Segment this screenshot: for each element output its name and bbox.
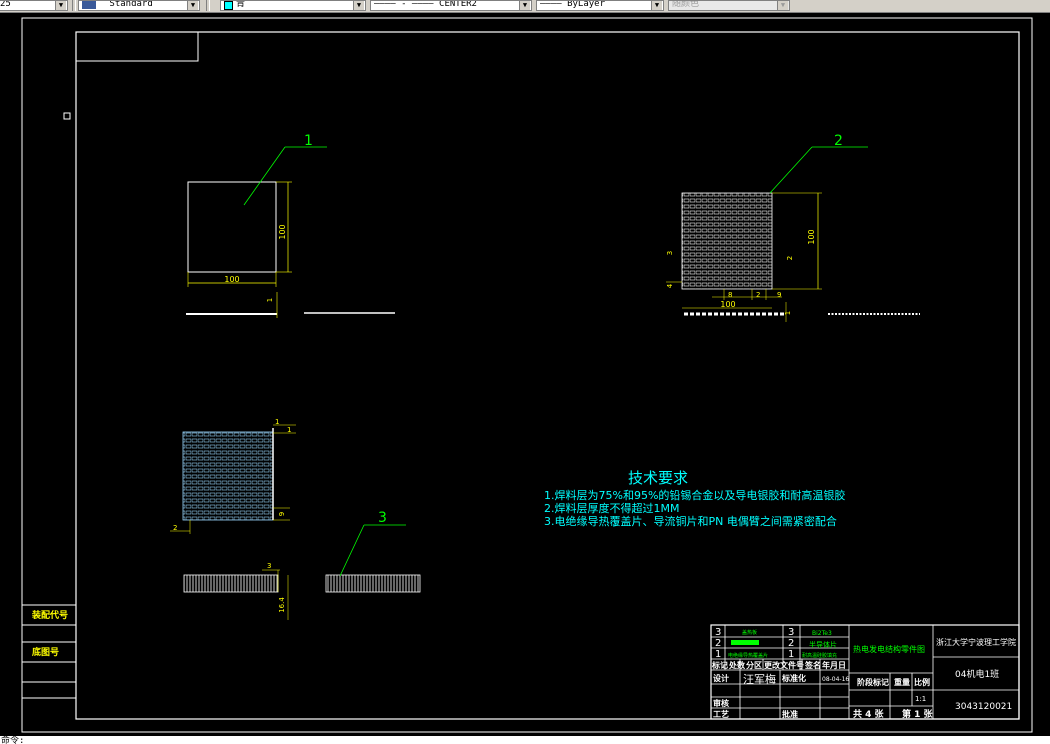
part2-bottom-dim-3: 9 [777,291,781,299]
right-qty-1: 1 [788,649,794,660]
row-text2-1: Bi2Te3 [812,630,832,637]
balloon-1: 1 [304,133,313,149]
header-change: 更改文件号 [764,660,804,670]
part2-bottom-dim-2: 2 [756,291,760,299]
tech-line-2: 2.焊料层厚度不得超过1MM [544,501,679,515]
header-mark: 标记 [711,660,728,670]
tech-requirements: 技术要求 1.焊料层为75%和95%的铅锡合金以及导电银胶和耐高温银胶 2.焊料… [544,469,845,528]
right-qty-3: 3 [788,627,794,638]
grip-marker-icon[interactable] [63,112,71,120]
row-num-2: 2 [715,638,721,649]
row-num-1: 1 [715,649,721,660]
part3-side-dim: 9 [278,512,286,516]
balloon-3: 3 [378,510,387,526]
scale-label: 比例 [914,677,930,687]
class-name: 04机电1班 [955,668,999,680]
part4-top-dim: 3 [267,562,271,570]
check-label: 审核 [713,698,729,708]
designer-name: 汪军梅 [743,672,776,686]
command-line[interactable]: 命令: _ [0,736,1050,744]
right-qty-2: 2 [788,638,794,649]
part2-right-dim: 2 [786,256,794,260]
part2-view: 100 3 4 2 8 2 9 100 1 2 [666,133,920,322]
weight-label: 重量 [894,677,910,687]
row-text-1: 盖热板 [742,629,757,636]
part3-corner-dim: 2 [173,524,177,532]
row-num-3: 3 [715,627,721,638]
part2-left-dim-2: 4 [666,283,674,288]
header-sign: 签名 [804,660,821,670]
header-zone: 分区 [746,660,762,670]
approve-label: 批准 [782,709,798,719]
part1-height-dim: 100 [278,224,287,239]
part1-view: 100 100 1 1 [186,133,395,318]
drawing-border [75,31,1020,720]
total-sheets: 共 4 张 [853,708,885,720]
part1-width-dim: 100 [224,275,239,284]
tech-title: 技术要求 [628,469,688,487]
design-date: 08-04-16 [822,676,849,683]
part4-side-dim: 16.4 [278,597,286,613]
part2-width-dim: 100 [720,300,735,309]
craft-label: 工艺 [713,709,729,719]
drawing-canvas[interactable]: 装配代号 底图号 100 100 1 1 100 3 4 2 8 2 9 100… [0,0,1050,744]
base-drawing-label: 底图号 [32,646,59,658]
part3-top-dim-1: 1 [275,418,279,426]
part2-thickness-dim: 1 [784,311,792,315]
balloon-2: 2 [834,133,843,149]
drawing-name: 热电发电结构零件图 [853,644,925,654]
part2-bottom-dim-1: 8 [728,291,732,299]
part2-height-dim: 100 [807,229,816,244]
part3-top-dim-2: 1 [287,426,291,434]
row-text2-3: 耐高温硅胶填充 [802,652,837,659]
side-strip: 装配代号 底图号 [22,604,76,699]
scale-value: 1:1 [915,695,926,703]
school-name: 浙江大学宁波理工学院 [936,637,1016,647]
tech-line-1: 1.焊料层为75%和95%的铅锡合金以及导电银胶和耐高温银胶 [544,488,845,502]
tech-line-3: 3.电绝缘导热覆盖片、导流铜片和PN 电偶臂之间需紧密配合 [544,514,837,528]
assembly-code-label: 装配代号 [31,609,68,621]
row-highlight [731,640,759,645]
standardization-label: 标准化 [781,673,806,683]
row-text2-2: 半导体片 [809,640,837,649]
command-prompt: 命令: _ [1,736,36,744]
student-id: 3043120021 [955,702,1012,712]
part1-thickness-dim: 1 [266,298,274,302]
sheet-number: 第 1 张 [902,708,934,720]
part2-left-dim: 3 [666,251,674,255]
designer-label: 设计 [713,673,729,683]
row-text-3: 电绝缘导热覆盖片 [728,652,768,659]
part3-view: 1 1 9 2 [170,418,296,534]
header-date: 年月日 [822,660,846,670]
part4-view: 3 16.4 3 [183,510,421,620]
corner-code-box [75,31,199,62]
header-count: 处数 [728,660,746,670]
stage-label: 阶段标记 [857,677,889,687]
